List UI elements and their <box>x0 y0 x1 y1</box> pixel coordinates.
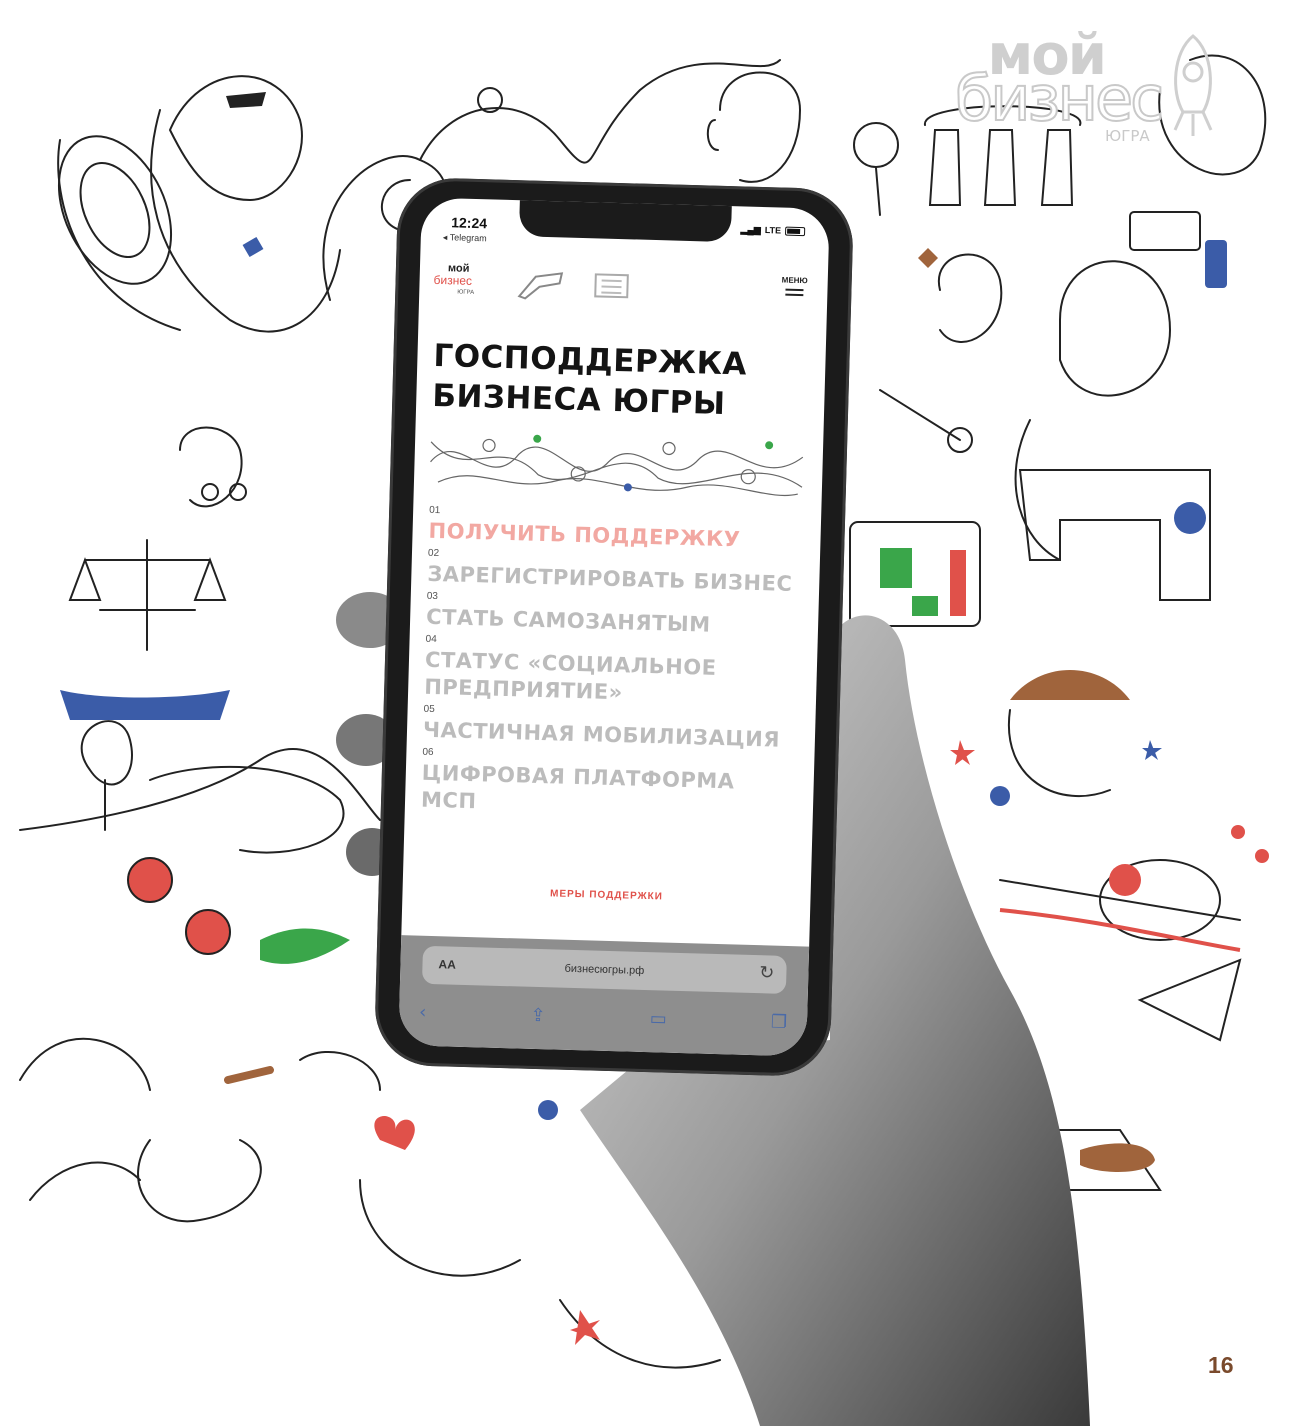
partner-logo-icon <box>517 272 564 300</box>
status-time: 12:24 <box>451 214 488 232</box>
menu-label: МЕНЮ <box>781 275 808 286</box>
site-logo-line3: ЮГРА <box>457 289 475 296</box>
coat-of-arms-icon <box>594 273 629 299</box>
list-item[interactable]: 06 ЦИФРОВАЯ ПЛАТФОРМА МСП <box>421 746 803 825</box>
support-measures-button[interactable]: МЕРЫ ПОДДЕРЖКИ <box>402 883 810 908</box>
site-header: мой бизнес ЮГРА МЕНЮ <box>433 256 814 323</box>
back-to-telegram-link[interactable]: ◂ Telegram <box>443 232 487 243</box>
item-label-digital-platform[interactable]: ЦИФРОВАЯ ПЛАТФОРМА МСП <box>421 760 802 825</box>
support-menu-list: 01 ПОЛУЧИТЬ ПОДДЕРЖКУ 02 ЗАРЕГИСТРИРОВАТ… <box>421 502 810 824</box>
hero-title: ГОСПОДДЕРЖКА БИЗНЕСА ЮГРЫ <box>432 336 814 427</box>
hero-illustration <box>430 434 804 496</box>
site-logo-line2: бизнес <box>433 272 473 288</box>
url-text: бизнесюгры.рф <box>564 962 645 977</box>
status-icons: ▂▄▆ LTE <box>740 224 806 236</box>
hamburger-icon <box>785 288 804 297</box>
network-label: LTE <box>764 225 782 236</box>
smartphone: 12:24 ◂ Telegram ▂▄▆ LTE мой бизнес ЮГРА… <box>373 176 855 1078</box>
signal-icon: ▂▄▆ <box>740 224 761 235</box>
back-icon[interactable]: ‹ <box>419 1002 427 1023</box>
page-number: 16 <box>1208 1352 1234 1378</box>
tabs-icon[interactable]: ❐ <box>771 1012 788 1033</box>
reload-icon[interactable]: ↻ <box>759 962 775 983</box>
battery-icon <box>785 226 806 236</box>
menu-button[interactable]: МЕНЮ <box>781 276 808 300</box>
phone-screen: 12:24 ◂ Telegram ▂▄▆ LTE мой бизнес ЮГРА… <box>398 197 830 1057</box>
browser-toolbar: ‹ ⇪ ▭ ❐ <box>409 997 798 1038</box>
phone-notch <box>518 198 732 243</box>
bookmarks-icon[interactable]: ▭ <box>649 1008 667 1029</box>
share-icon[interactable]: ⇪ <box>530 1005 546 1026</box>
list-item[interactable]: 04 СТАТУС «СОЦИАЛЬНОЕ ПРЕДПРИЯТИЕ» <box>424 633 806 712</box>
brand-line2: бизнес <box>954 62 1165 135</box>
brand-region: ЮГРА <box>1105 127 1150 145</box>
address-bar[interactable]: AA бизнесюгры.рф ↻ <box>421 945 787 994</box>
item-label-social-enterprise[interactable]: СТАТУС «СОЦИАЛЬНОЕ ПРЕДПРИЯТИЕ» <box>424 647 805 712</box>
site-logo[interactable]: мой бизнес ЮГРА <box>433 262 492 306</box>
brand-logo: мой бизнес ЮГРА <box>954 28 1213 148</box>
browser-chrome: AA бизнесюгры.рф ↻ ‹ ⇪ ▭ ❐ <box>398 935 810 1057</box>
rocket-emblem-icon <box>1173 34 1213 136</box>
